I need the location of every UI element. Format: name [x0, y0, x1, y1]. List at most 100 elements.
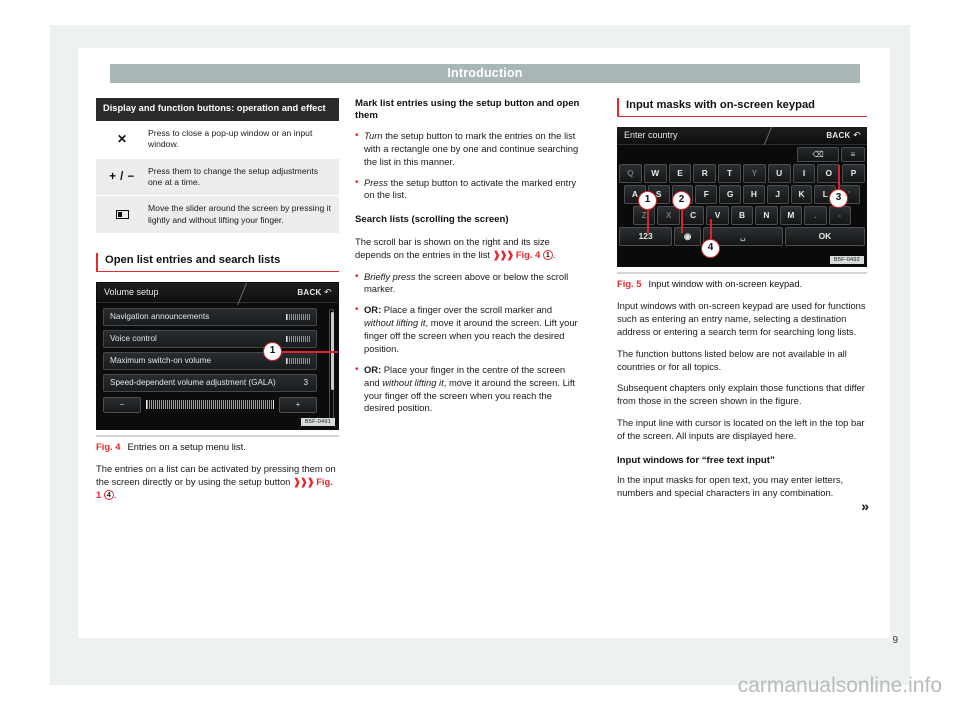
key-f[interactable]: F [695, 185, 718, 204]
key-o[interactable]: O [817, 164, 841, 183]
table-row: ✕ Press to close a pop-up window or an i… [96, 120, 339, 158]
list-item[interactable]: Voice control [103, 329, 317, 348]
close-x-icon: ✕ [116, 132, 128, 147]
key-b[interactable]: B [730, 206, 754, 225]
list-item: Press the setup button to activate the m… [355, 176, 583, 203]
list-item: Briefly press the screen above or below … [355, 270, 583, 297]
figure-4-screenshot: Volume setup BACK ↶ Navigation announcem… [96, 281, 339, 430]
figure-5-screenshot: Enter country BACK ↶ ⌫ ≡ Q W E R T Y U I… [617, 127, 867, 267]
xref-arrows-icon: ❱❱❱ [492, 248, 515, 260]
paragraph-input-windows-use: Input windows with on-screen keypad are … [617, 300, 866, 337]
subheading-mark-list-entries: Mark list entries using the setup button… [355, 98, 580, 122]
list-item: Turn the setup button to mark the entrie… [355, 129, 583, 169]
callout-1: 1 [638, 191, 657, 210]
back-label: BACK [826, 131, 851, 140]
increase-button[interactable]: + [279, 396, 317, 413]
key-n[interactable]: N [755, 206, 778, 225]
figure-4-caption: Fig. 4 Entries on a setup menu list. [96, 435, 339, 452]
bullet-lead: Briefly press [364, 270, 416, 282]
list-item-label: Voice control [110, 333, 157, 343]
callout-ref: 4 [103, 489, 114, 500]
figure-label: Fig. 5 [617, 278, 642, 289]
figure-label: Fig. 4 [96, 440, 121, 452]
screen-title: Enter country [624, 130, 678, 140]
continuation-row: » [617, 498, 869, 514]
key-h[interactable]: H [742, 185, 765, 204]
paragraph-end: . [552, 248, 556, 260]
bullet-list-scrolling: Briefly press the screen above or below … [355, 270, 583, 416]
key-e[interactable]: E [668, 164, 692, 183]
document-page: Introduction Display and function button… [0, 0, 960, 708]
backspace-icon[interactable]: ⌫ [797, 147, 839, 162]
paragraph-input-line: The input line with cursor is located on… [617, 417, 865, 441]
bullet-lead: OR: [364, 363, 382, 375]
list-item-label: Navigation announcements [110, 311, 210, 321]
bullet-lead: OR: [364, 304, 382, 316]
scrollbar[interactable] [329, 308, 334, 419]
table-cell-text: Press to close a pop-up window or an inp… [148, 127, 313, 150]
numeric-mode-key[interactable]: 123 [619, 227, 673, 246]
list-item-value: 3 [303, 377, 308, 387]
key-r[interactable]: R [693, 164, 717, 183]
bullet-rest-italic: without lifting it [382, 376, 444, 388]
key-q[interactable]: Q [619, 164, 642, 183]
figure-code: B5F-0491 [300, 417, 335, 426]
callout-ref: 1 [542, 249, 553, 260]
figure-code: B5F-0492 [829, 256, 864, 264]
table-header: Display and function buttons: operation … [96, 98, 339, 121]
key-t[interactable]: T [718, 164, 741, 183]
key-w[interactable]: W [643, 164, 667, 183]
back-button[interactable]: BACK ↶ [826, 130, 861, 141]
level-indicator [286, 313, 310, 320]
bullet-lead: Press [364, 176, 388, 188]
key-i[interactable]: I [792, 164, 816, 183]
callout-4: 4 [701, 239, 720, 258]
screen-title: Volume setup [104, 286, 159, 297]
key-m[interactable]: M [779, 206, 803, 225]
table-cell-text: Press them to change the setup adjustmen… [148, 165, 319, 187]
bullet-rest: the setup button to activate the marked … [364, 176, 577, 201]
level-indicator [286, 357, 310, 364]
back-button[interactable]: BACK ↶ [297, 287, 332, 298]
key-k[interactable]: K [790, 185, 813, 204]
figure-5: Enter country BACK ↶ ⌫ ≡ Q W E R T Y U I… [617, 127, 867, 289]
paragraph-free-text: In the input masks for open text, you ma… [617, 474, 867, 500]
list-item-label: Maximum switch-on volume [110, 355, 212, 365]
list-item[interactable]: Speed-dependent volume adjustment (GALA)… [103, 373, 317, 392]
screen-list: Navigation announcements Voice control M… [97, 303, 338, 414]
bullet-rest-a: Place a finger over the scroll marker an… [381, 304, 553, 316]
table-row: Move the slider around the screen by pre… [96, 195, 339, 233]
bullet-rest: the setup button to mark the entries on … [364, 129, 579, 167]
globe-icon[interactable]: ◉ [674, 227, 701, 246]
subheading-free-text-input: Input windows for “free text input” [617, 454, 775, 466]
xref-arrows-icon: ❱❱❱ [293, 475, 315, 487]
key-u[interactable]: U [767, 164, 791, 183]
gala-track[interactable] [146, 400, 274, 410]
key-j[interactable]: J [766, 185, 789, 204]
figure-xref[interactable]: Fig. 4 [516, 249, 540, 260]
key-p[interactable]: P [842, 164, 865, 183]
column-middle: Mark list entries using the setup button… [355, 98, 583, 415]
key-hyphen[interactable]: - [828, 206, 851, 225]
function-buttons-table: Display and function buttons: operation … [96, 98, 339, 233]
bullet-rest-italic: without lifting it [364, 317, 426, 329]
running-header: Introduction [110, 64, 860, 83]
keyboard-layout-icon[interactable]: ≡ [841, 147, 865, 162]
paragraph-end: . [113, 488, 117, 500]
decrease-button[interactable]: − [103, 396, 141, 413]
paragraph-function-buttons: The function buttons listed below are no… [617, 347, 847, 372]
list-item[interactable]: Navigation announcements [103, 307, 317, 326]
column-right: Input masks with on-screen keypad Enter … [617, 98, 869, 514]
subheading-search-lists: Search lists (scrolling the screen) [355, 214, 509, 226]
key-y[interactable]: Y [742, 164, 766, 183]
list-item[interactable]: Maximum switch-on volume [103, 351, 317, 370]
key-g[interactable]: G [719, 185, 741, 204]
back-label: BACK [297, 287, 322, 297]
back-arrow-icon: ↶ [853, 130, 861, 140]
section-heading-open-list: Open list entries and search lists [96, 252, 339, 272]
key-period[interactable]: . [804, 206, 827, 225]
keypad-row-1: Q W E R T Y U I O P [619, 164, 865, 183]
page-number: 9 [892, 635, 898, 646]
input-line[interactable]: ⌫ ≡ [617, 145, 867, 164]
ok-key[interactable]: OK [784, 227, 865, 246]
